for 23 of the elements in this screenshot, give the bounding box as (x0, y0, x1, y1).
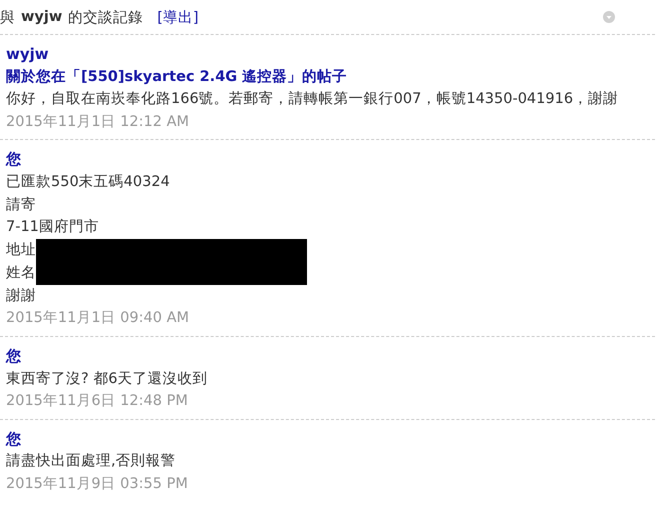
sender-name: 您 (6, 149, 22, 170)
title-suffix: 的交談記錄 (68, 8, 144, 26)
sender-name: 您 (6, 428, 22, 450)
export-link[interactable]: [導出] (157, 10, 199, 26)
post-subject: 關於您在「[550]skyartec 2.4G 遙控器」的帖子 (6, 68, 348, 87)
title-prefix: 與 (0, 8, 15, 26)
message-text: 地址 (6, 240, 36, 260)
message-text: 你好，自取在南崁奉化路166號。若郵寄，請轉帳第一銀行007，帳號14350-041916，謝謝 (6, 90, 618, 110)
message-text: 東西寄了沒? 都6天了還沒收到 (6, 370, 208, 389)
message-text: 請寄 (6, 196, 36, 215)
timestamp: 2015年11月1日 09:40 AM (6, 309, 190, 328)
dropdown-icon[interactable] (603, 11, 615, 23)
message-text: 7-11國府門市 (6, 218, 99, 238)
contact-name: wyjw (21, 9, 62, 25)
timestamp: 2015年11月1日 12:12 AM (6, 112, 190, 132)
message-text: 姓名 (6, 264, 36, 283)
sender-name: 您 (6, 346, 22, 367)
message-text: 請盡快出面處理,否則報警 (6, 452, 176, 472)
sender-name: wyjw (6, 44, 50, 65)
timestamp: 2015年11月6日 12:48 PM (6, 392, 189, 412)
message-text: 已匯款550末五碼40324 (6, 172, 170, 192)
timestamp: 2015年11月9日 03:55 PM (6, 474, 189, 494)
message-text: 謝謝 (6, 286, 36, 306)
